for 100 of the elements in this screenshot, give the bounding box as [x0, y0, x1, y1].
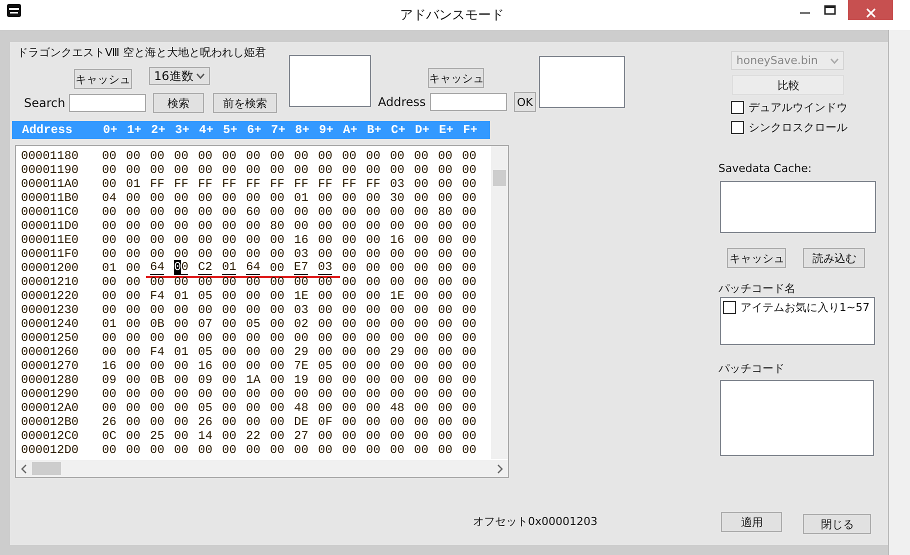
byte-cell-text: 00 [198, 220, 214, 232]
byte-cell-text: 00 [270, 234, 286, 246]
byte-cell-text: 00 [318, 248, 334, 260]
byte-cell-text: 00 [126, 276, 142, 288]
byte-cell-text: 00 [462, 430, 478, 442]
checkbox[interactable] [731, 101, 744, 114]
cache-button[interactable]: キャッシュ [428, 68, 484, 88]
ok-button[interactable]: OK [514, 92, 536, 112]
byte-cell-text: 00 [150, 388, 166, 400]
byte-cell-text: FF [342, 178, 358, 190]
byte-cell-text: 00 [102, 444, 118, 456]
byte-cell-text: 00 [462, 374, 478, 386]
byte-cell-text: 00 [270, 346, 286, 358]
compare-button[interactable]: 比較 [732, 75, 844, 95]
byte-cell-text: 00 [318, 402, 334, 414]
byte-cell-text: FF [222, 178, 238, 190]
column-header: 2+ [151, 123, 166, 137]
scrollbar-thumb[interactable] [493, 170, 506, 186]
byte-cell-text: 00 [126, 304, 142, 316]
byte-cell-text: 00 [366, 430, 382, 442]
byte-cell-text: FF [174, 178, 190, 190]
byte-cell-text: 00 [222, 346, 238, 358]
byte-cell-text: 00 [294, 276, 310, 288]
byte-cell-text: 00 [150, 150, 166, 162]
byte-cell-text: 00 [390, 388, 406, 400]
address-cell-text: 000012C0 [20, 429, 80, 443]
vertical-scrollbar[interactable] [491, 146, 508, 459]
byte-cell-text: 00 [294, 444, 310, 456]
byte-cell-text: 00 [174, 276, 190, 288]
text-box[interactable] [289, 55, 371, 107]
byte-cell-text: 00 [198, 388, 214, 400]
cache-button[interactable]: キャッシュ [727, 248, 786, 268]
byte-cell-text: 00 [198, 332, 214, 344]
byte-cell-text: 00 [126, 374, 142, 386]
previous-search-button[interactable]: 前を検索 [213, 93, 278, 113]
byte-cell-text: 00 [126, 332, 142, 344]
caret-icon [196, 73, 205, 79]
byte-cell-text: 00 [222, 248, 238, 260]
byte-cell-text: 00 [462, 388, 478, 400]
byte-cell-text: 00 [102, 290, 118, 302]
address-cell-text: 000012A0 [20, 401, 80, 415]
byte-cell-text: 00 [270, 164, 286, 176]
address-cell-text: 00001220 [20, 289, 80, 303]
byte-cell-text: 00 [222, 150, 238, 162]
load-button[interactable]: 読み込む [803, 248, 866, 268]
byte-cell-text: 00 [342, 332, 358, 344]
address-cell-text: 000011D0 [20, 219, 80, 233]
byte-cell-text: 00 [294, 332, 310, 344]
byte-cell-text: 00 [438, 374, 454, 386]
byte-cell-text: 00 [414, 248, 430, 260]
byte-cell-text: 00 [390, 332, 406, 344]
apply-button[interactable]: 適用 [721, 512, 782, 532]
close-button[interactable] [848, 0, 893, 20]
byte-cell-text: 16 [102, 360, 118, 372]
cache-button[interactable]: キャッシュ [74, 69, 132, 89]
byte-cell-text: 00 [270, 248, 286, 260]
byte-cell-text: 00 [270, 150, 286, 162]
mode-dropdown[interactable]: 16進数 [149, 67, 210, 85]
column-header: 7+ [271, 123, 286, 137]
byte-cell-text: 00 [438, 430, 454, 442]
scroll-left-icon[interactable] [20, 464, 28, 474]
byte-cell-text: 00 [126, 206, 142, 218]
byte-cell-text: 00 [150, 192, 166, 204]
horizontal-scrollbar[interactable] [16, 460, 508, 477]
byte-cell-text: 00 [222, 206, 238, 218]
byte-cell-text: 00 [414, 416, 430, 428]
byte-cell-text: 07 [198, 318, 214, 330]
checkbox[interactable] [723, 301, 736, 314]
column-header: A+ [343, 123, 358, 137]
byte-cell-text: 00 [270, 402, 286, 414]
search-button[interactable]: 検索 [153, 93, 204, 113]
byte-cell-text: 00 [126, 360, 142, 372]
close-button[interactable]: 閉じる [803, 514, 872, 534]
cache-box[interactable] [720, 181, 876, 233]
byte-cell-text: 00 [438, 346, 454, 358]
byte-cell-text: 00 [270, 318, 286, 330]
text-box[interactable] [539, 56, 625, 108]
scroll-right-icon[interactable] [496, 464, 504, 474]
byte-cell-text: 00 [438, 178, 454, 190]
search-field[interactable] [69, 94, 146, 112]
byte-cell-text: FF [198, 178, 214, 190]
maximize-icon[interactable] [824, 5, 836, 15]
byte-cell-text: 00 [438, 402, 454, 414]
address-field[interactable] [430, 93, 507, 111]
address-cell-text: 00001250 [20, 331, 80, 345]
address-cell-text: 000011F0 [20, 247, 80, 261]
byte-cell-text: 00 [318, 192, 334, 204]
scrollbar-thumb[interactable] [32, 462, 61, 475]
byte-cell-text: 00 [150, 304, 166, 316]
byte-cell-text: 00 [366, 402, 382, 414]
byte-cell-text: 00 [366, 262, 382, 274]
byte-cell-text: 00 [270, 430, 286, 442]
byte-cell-text: 00 [246, 332, 262, 344]
patch-code-box[interactable] [720, 380, 874, 456]
byte-cell-text: 01 [294, 192, 310, 204]
byte-cell-text: 00 [246, 388, 262, 400]
byte-cell-text: 00 [366, 206, 382, 218]
byte-cell-text: 00 [246, 444, 262, 456]
byte-cell-text: 00 [270, 304, 286, 316]
checkbox[interactable] [731, 121, 744, 134]
